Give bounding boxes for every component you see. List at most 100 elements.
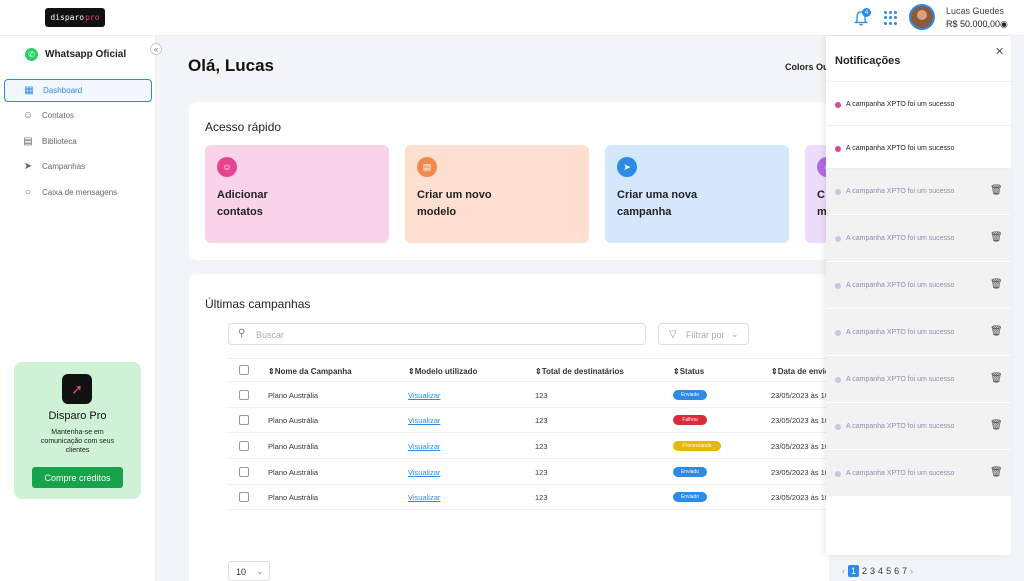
column-label: Modelo utilizado — [414, 367, 478, 376]
send-date: 23/05/2023 às 10 — [771, 416, 827, 425]
sidebar-item-dashboard[interactable]: ▦ Dashboard — [4, 79, 152, 102]
view-model-link[interactable]: Visualizar — [408, 468, 440, 477]
chevron-left-icon[interactable]: ‹ — [842, 566, 845, 576]
apps-grid-icon[interactable] — [884, 11, 898, 25]
logo-text: disparo — [50, 13, 85, 22]
sidebar-item-caixa-de-mensagens[interactable]: ○ Caixa de mensagens — [4, 181, 152, 204]
view-model-link[interactable]: Visualizar — [408, 391, 440, 400]
view-model-link[interactable]: Visualizar — [408, 416, 440, 425]
column-header-status[interactable]: ⇕Status — [673, 367, 704, 376]
read-dot — [835, 189, 841, 195]
campaigns-title: Últimas campanhas — [205, 297, 311, 311]
quick-action-label: Criar uma nova campanha — [617, 189, 698, 218]
read-dot — [835, 471, 841, 477]
send-date: 23/05/2023 às 10 — [771, 391, 827, 400]
page-3[interactable]: 3 — [870, 566, 875, 576]
chat-icon: ○ — [24, 187, 32, 198]
notification-text: A campanha XPTO foi um sucesso — [846, 423, 955, 430]
column-header-total[interactable]: ⇕Total de destinatários — [535, 367, 624, 376]
send-icon: ➤ — [617, 157, 637, 177]
view-model-link[interactable]: Visualizar — [408, 493, 440, 502]
row-checkbox[interactable] — [239, 492, 249, 502]
quick-action-new-campaign[interactable]: ➤ Criar uma nova campanha — [605, 145, 789, 243]
send-date: 23/05/2023 às 10 — [771, 493, 827, 502]
promo-card: ➚ Disparo Pro Mantenha-se em comunicação… — [14, 362, 141, 499]
column-label: Status — [679, 367, 705, 376]
column-header-date[interactable]: ⇕Data de envio — [771, 367, 827, 376]
notification-item[interactable]: A campanha XPTO foi um sucesso 🗑 — [826, 262, 1011, 308]
trash-icon[interactable]: 🗑 — [990, 420, 1003, 431]
collapse-sidebar-icon[interactable]: « — [150, 43, 162, 55]
notification-item[interactable]: A campanha XPTO foi um sucesso 🗑 — [826, 403, 1011, 449]
trash-icon[interactable]: 🗑 — [990, 279, 1003, 290]
status-badge: Enviado — [673, 467, 707, 477]
notification-item[interactable]: A campanha XPTO foi um sucesso — [826, 125, 1011, 171]
page-7[interactable]: 7 — [902, 566, 907, 576]
sidebar-item-contatos[interactable]: ☺ Contatos — [4, 104, 152, 127]
campaign-name: Plano Austrália — [268, 468, 319, 477]
read-dot — [835, 377, 841, 383]
filter-dropdown[interactable]: ▽ Filtrar por ⌄ — [658, 323, 749, 345]
search-placeholder: Buscar — [256, 330, 285, 340]
column-label: Nome da Campanha — [274, 367, 352, 376]
chevron-right-icon[interactable]: › — [910, 566, 913, 576]
page-1[interactable]: 1 — [848, 565, 860, 577]
close-icon[interactable]: ✕ — [995, 45, 1004, 58]
row-checkbox[interactable] — [239, 441, 249, 451]
sidebar-item-label: Biblioteca — [42, 137, 77, 146]
view-model-link[interactable]: Visualizar — [408, 442, 440, 451]
search-input[interactable]: ⚲ Buscar — [228, 323, 646, 345]
trash-icon[interactable]: 🗑 — [990, 185, 1003, 196]
notification-item[interactable]: A campanha XPTO foi um sucesso 🗑 — [826, 168, 1011, 214]
notification-text: A campanha XPTO foi um sucesso — [846, 376, 955, 383]
company-name[interactable]: Colors Ou — [785, 62, 826, 72]
user-icon: ☺ — [22, 110, 34, 121]
notification-item[interactable]: A campanha XPTO foi um sucesso — [826, 81, 1011, 127]
promo-text: Mantenha-se em comunicação com seus clie… — [40, 429, 115, 454]
unread-dot — [835, 146, 841, 152]
quick-action-label: Criar um novo modelo — [417, 189, 492, 218]
trash-icon[interactable]: 🗑 — [990, 326, 1003, 337]
notification-item[interactable]: A campanha XPTO foi um sucesso 🗑 — [826, 215, 1011, 261]
campaign-name: Plano Austrália — [268, 442, 319, 451]
column-label: Data de envio — [777, 367, 827, 376]
rows-per-page-value: 10 — [236, 567, 247, 577]
recipients-total: 123 — [535, 493, 548, 502]
column-header-model[interactable]: ⇕Modelo utilizado — [408, 367, 477, 376]
trash-icon[interactable]: 🗑 — [990, 232, 1003, 243]
recipients-total: 123 — [535, 391, 548, 400]
sidebar-item-biblioteca[interactable]: ▤ Biblioteca — [4, 130, 152, 153]
notification-text: A campanha XPTO foi um sucesso — [846, 282, 955, 289]
quick-action-new-model[interactable]: ▤ Criar um novo modelo — [405, 145, 589, 243]
quick-action-add-contacts[interactable]: ☺ Adicionar contatos — [205, 145, 389, 243]
row-checkbox[interactable] — [239, 390, 249, 400]
quick-action-messages[interactable]: ○ C m — [805, 145, 826, 243]
trash-icon[interactable]: 🗑 — [990, 467, 1003, 478]
page-6[interactable]: 6 — [894, 566, 899, 576]
trash-icon[interactable]: 🗑 — [990, 373, 1003, 384]
hide-balance-icon[interactable]: ◉ — [1000, 19, 1008, 30]
notification-text: A campanha XPTO foi um sucesso — [846, 101, 955, 108]
column-header-name[interactable]: ⇕Nome da Campanha — [268, 367, 352, 376]
page-5[interactable]: 5 — [886, 566, 891, 576]
disparo-pro-logo[interactable]: disparo pro — [45, 8, 105, 27]
recipients-total: 123 — [535, 468, 548, 477]
page-2[interactable]: 2 — [862, 566, 867, 576]
table-row: Plano Austrália Visualizar 123 Falhou 23… — [228, 408, 828, 433]
avatar[interactable] — [909, 4, 935, 30]
quick-access-title: Acesso rápido — [205, 120, 282, 134]
status-badge: Falhou — [673, 415, 707, 425]
rows-per-page-select[interactable]: 10 ⌄ — [228, 561, 270, 581]
select-all-checkbox[interactable] — [239, 365, 249, 375]
notification-item[interactable]: A campanha XPTO foi um sucesso 🗑 — [826, 450, 1011, 496]
notification-item[interactable]: A campanha XPTO foi um sucesso 🗑 — [826, 356, 1011, 402]
row-checkbox[interactable] — [239, 467, 249, 477]
notification-item[interactable]: A campanha XPTO foi um sucesso 🗑 — [826, 309, 1011, 355]
page-4[interactable]: 4 — [878, 566, 883, 576]
sidebar-item-campanhas[interactable]: ➤ Campanhas — [4, 155, 152, 178]
row-checkbox[interactable] — [239, 415, 249, 425]
send-date: 23/05/2023 às 10 — [771, 442, 827, 451]
quick-action-label: Adicionar contatos — [217, 189, 268, 218]
buy-credits-button[interactable]: Compre créditos — [32, 467, 123, 488]
notifications-panel: Notificações ✕ A campanha XPTO foi um su… — [826, 36, 1011, 555]
